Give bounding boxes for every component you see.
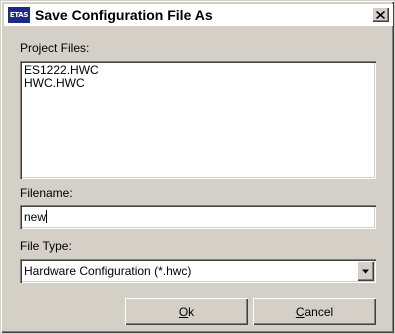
cancel-button[interactable]: Cancel xyxy=(253,298,376,325)
file-type-select[interactable]: Hardware Configuration (*.hwc) xyxy=(20,259,376,283)
window-title: Save Configuration File As xyxy=(35,7,213,23)
ok-button[interactable]: Ok xyxy=(125,298,248,325)
etas-app-icon: ETAS xyxy=(8,7,30,23)
text-caret xyxy=(46,210,48,223)
list-item[interactable]: HWC.HWC xyxy=(24,77,372,90)
close-button[interactable] xyxy=(372,7,389,22)
project-files-label: Project Files: xyxy=(20,41,90,55)
filename-label: Filename: xyxy=(20,186,73,200)
project-files-list[interactable]: ES1222.HWC HWC.HWC xyxy=(20,61,376,179)
cancel-label-rest: ancel xyxy=(304,304,334,319)
file-type-label: File Type: xyxy=(20,239,72,253)
file-type-dropdown-button[interactable] xyxy=(357,261,374,281)
chevron-down-icon xyxy=(362,269,369,273)
close-icon xyxy=(376,10,385,19)
filename-input[interactable]: new xyxy=(20,205,376,229)
cancel-accelerator: C xyxy=(295,304,305,319)
filename-value: new xyxy=(24,210,47,224)
title-bar[interactable]: ETAS Save Configuration File As xyxy=(4,4,393,26)
file-type-selected: Hardware Configuration (*.hwc) xyxy=(24,264,192,278)
ok-label-rest: k xyxy=(188,304,195,319)
ok-accelerator: O xyxy=(178,304,189,319)
save-config-dialog: ETAS Save Configuration File As Project … xyxy=(0,0,395,334)
